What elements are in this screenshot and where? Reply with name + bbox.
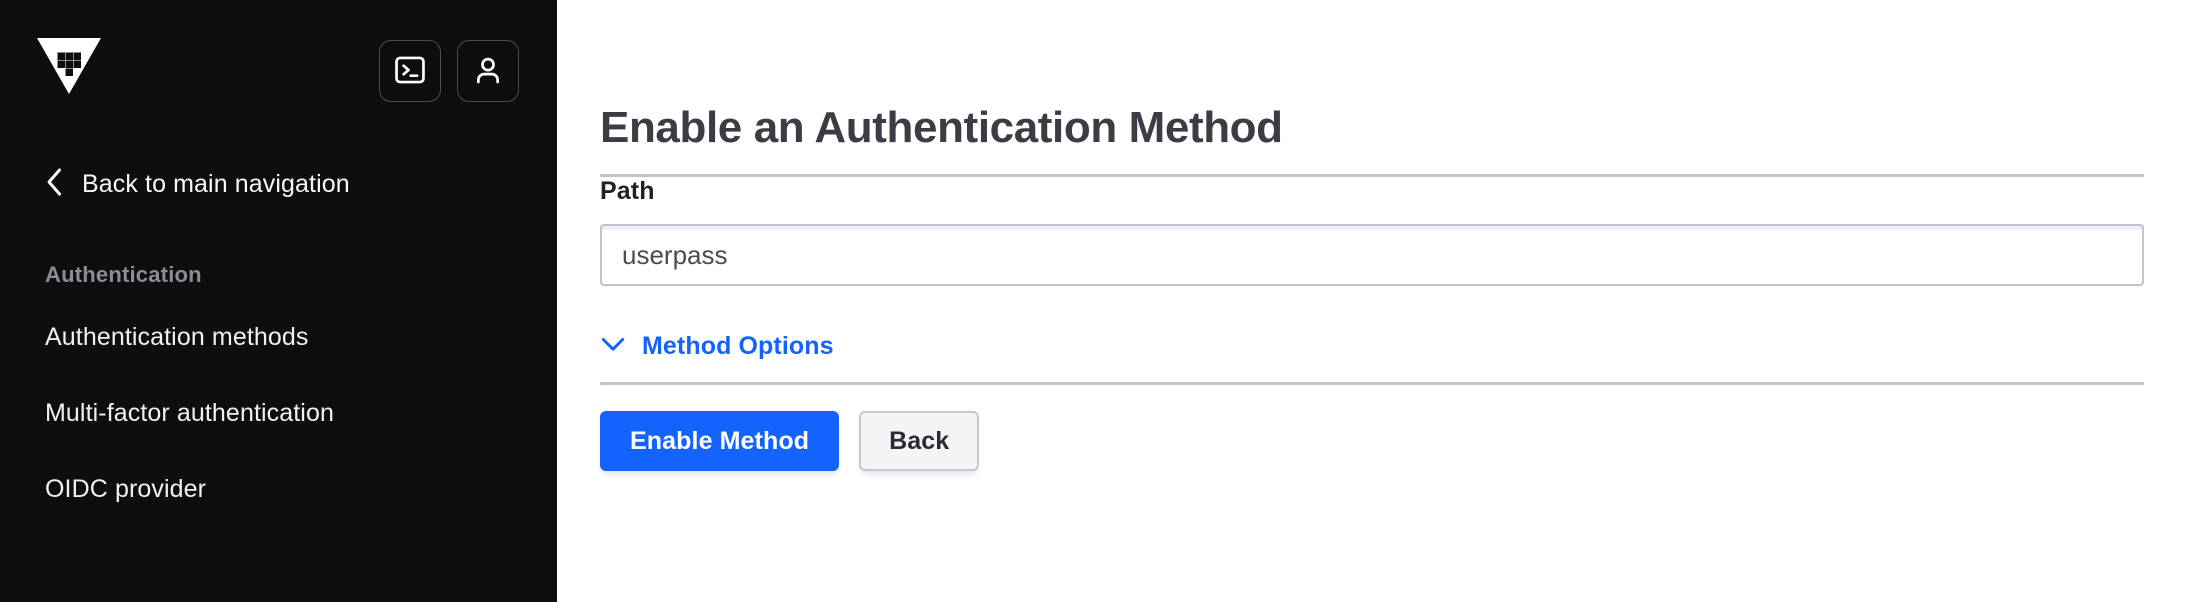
- terminal-icon: [393, 53, 427, 90]
- method-options-toggle[interactable]: Method Options: [600, 332, 834, 361]
- app-root: Back to main navigation Authentication A…: [0, 0, 2206, 602]
- nav-section-title-authentication: Authentication: [45, 262, 202, 287]
- sidebar-header: [0, 0, 557, 120]
- back-button[interactable]: Back: [859, 411, 980, 472]
- path-field-label: Path: [600, 177, 655, 206]
- chevron-down-icon: [600, 335, 626, 358]
- console-toggle-button[interactable]: [379, 40, 441, 102]
- back-to-main-navigation-link[interactable]: Back to main navigation: [0, 162, 557, 206]
- main-content: Enable an Authentication Method Path Met…: [557, 0, 2206, 602]
- options-divider: [600, 382, 2144, 386]
- method-options-label: Method Options: [642, 332, 834, 361]
- user-menu-button[interactable]: [457, 40, 519, 102]
- sidebar-nav-list: Authentication methods Multi-factor auth…: [0, 310, 557, 516]
- sidebar-item-multi-factor-authentication[interactable]: Multi-factor authentication: [0, 386, 557, 440]
- sidebar-action-buttons: [379, 22, 519, 102]
- sidebar-item-oidc-provider[interactable]: OIDC provider: [0, 462, 557, 516]
- enable-method-button[interactable]: Enable Method: [600, 411, 840, 472]
- page-title: Enable an Authentication Method: [600, 103, 1283, 152]
- user-icon: [471, 53, 505, 90]
- back-to-main-navigation-label: Back to main navigation: [82, 169, 350, 198]
- vault-logo-icon[interactable]: [30, 22, 108, 100]
- title-divider: [600, 174, 2144, 178]
- form-actions: Enable Method Back: [600, 411, 2144, 472]
- path-input[interactable]: [600, 224, 2144, 287]
- sidebar-item-authentication-methods[interactable]: Authentication methods: [0, 310, 557, 364]
- sidebar: Back to main navigation Authentication A…: [0, 0, 557, 602]
- chevron-left-icon: [45, 167, 65, 202]
